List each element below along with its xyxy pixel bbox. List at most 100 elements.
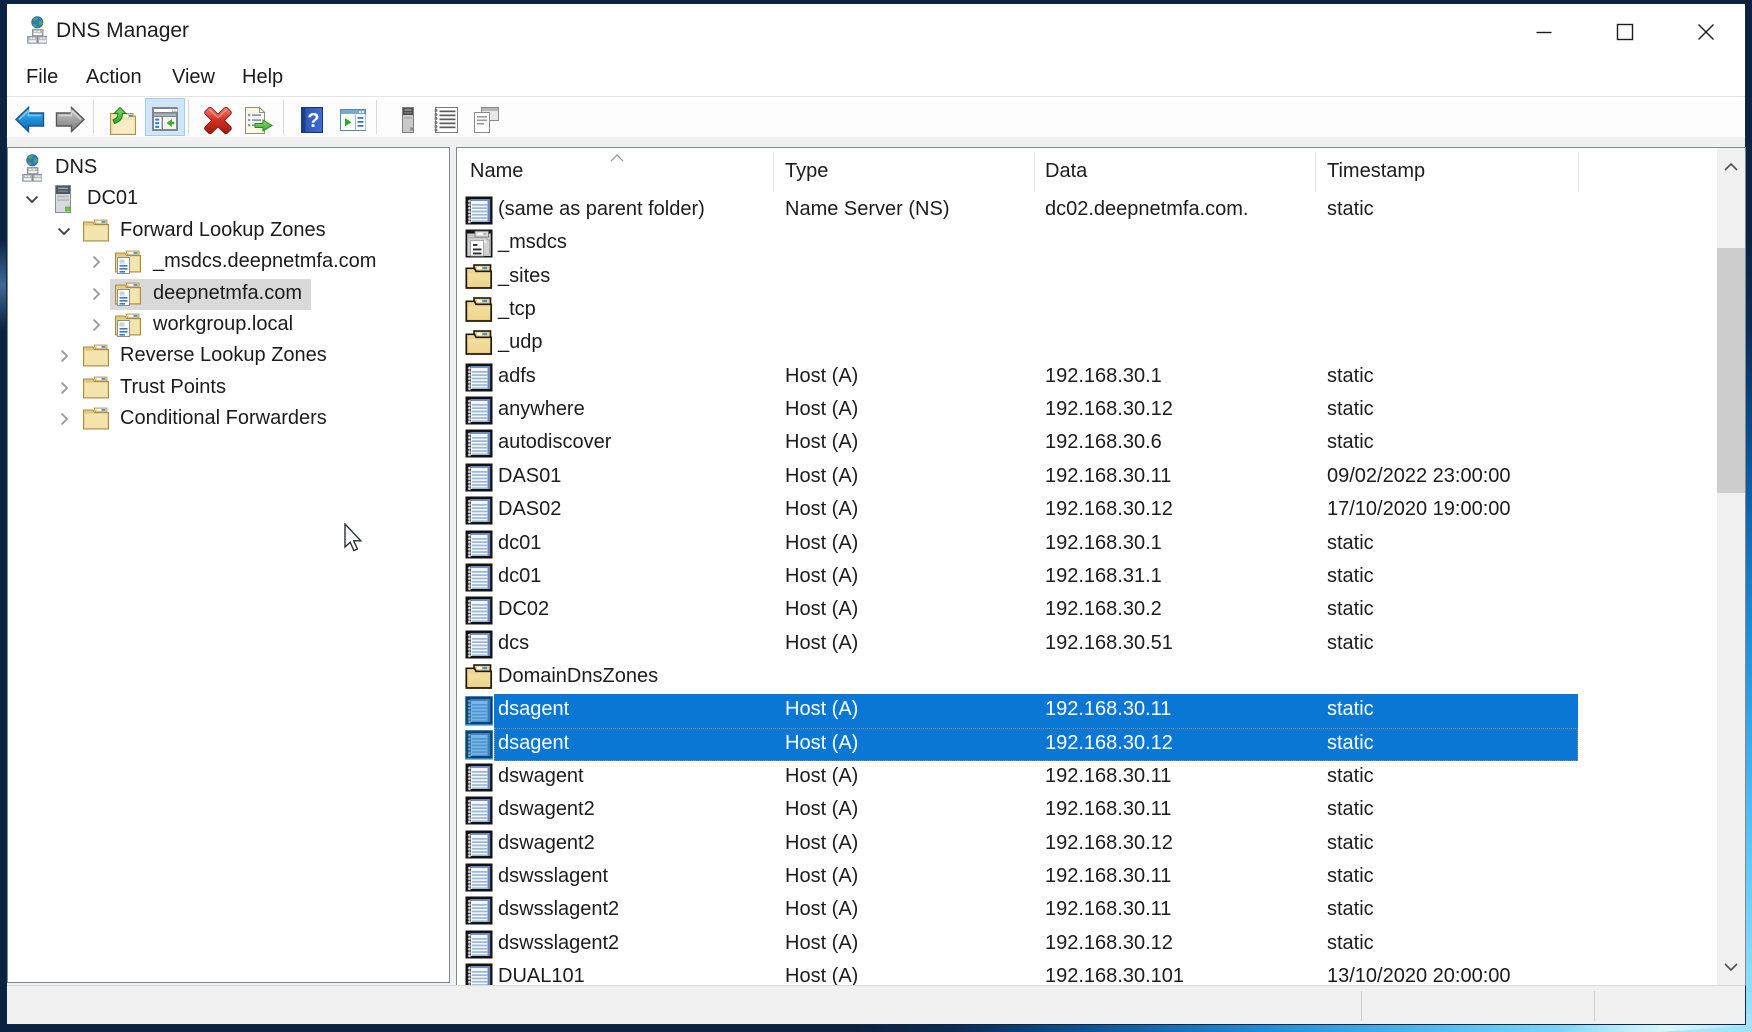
folder-icon: [82, 342, 110, 371]
cell-data: 192.168.30.11: [1045, 898, 1171, 921]
list-row-dcs[interactable]: dcsHost (A)192.168.30.51static: [457, 628, 1745, 661]
record-icon: [465, 830, 493, 860]
column-separator[interactable]: [1578, 152, 1579, 192]
cell-type: Host (A): [785, 932, 858, 955]
chevron-right-icon[interactable]: [56, 348, 72, 364]
list-row-dsagent[interactable]: dsagentHost (A)192.168.30.11static: [457, 694, 1745, 727]
tree-item-forward-lookup-zones[interactable]: Forward Lookup Zones: [8, 216, 449, 248]
cell-data: 192.168.30.12: [1045, 732, 1173, 755]
tree-item-workgroup-local[interactable]: workgroup.local: [8, 310, 449, 342]
scrollbar-up-button[interactable]: [1717, 154, 1745, 180]
forward-button[interactable]: [55, 106, 85, 134]
chevron-right-icon[interactable]: [88, 317, 104, 333]
tree-item-reverse-lookup-zones[interactable]: Reverse Lookup Zones: [8, 341, 449, 373]
show-hide-console-tree-button[interactable]: [151, 106, 181, 134]
dns-manager-app-icon: [27, 16, 47, 46]
menu-help[interactable]: Help: [242, 60, 283, 96]
column-header-data[interactable]: Data: [1045, 160, 1087, 183]
column-separator[interactable]: [1034, 152, 1035, 192]
tree-item--msdcs-deepnetmfa-com[interactable]: _msdcs.deepnetmfa.com: [8, 247, 449, 279]
export-list-button[interactable]: [243, 106, 273, 134]
list-row-anywhere[interactable]: anywhereHost (A)192.168.30.12static: [457, 394, 1745, 427]
cell-type: Host (A): [785, 798, 858, 821]
list-row-autodiscover[interactable]: autodiscoverHost (A)192.168.30.6static: [457, 427, 1745, 460]
window-title: DNS Manager: [56, 19, 189, 43]
tree-item-dns[interactable]: DNS: [8, 153, 449, 185]
scrollbar-down-button[interactable]: [1717, 954, 1745, 980]
cell-type: Host (A): [785, 532, 858, 555]
chevron-right-icon-svg: [56, 411, 72, 427]
list-row-dc01[interactable]: dc01Host (A)192.168.31.1static: [457, 561, 1745, 594]
tree-item-trust-points[interactable]: Trust Points: [8, 373, 449, 405]
dns-root-icon: [22, 154, 50, 183]
minimize-button[interactable]: [1511, 4, 1577, 56]
column-separator[interactable]: [773, 152, 774, 192]
list-row-domaindnszones[interactable]: DomainDnsZones: [457, 661, 1745, 694]
new-window-from-here-button[interactable]: [339, 106, 369, 134]
record-icon: [465, 530, 493, 560]
chevron-down-icon[interactable]: [24, 191, 40, 207]
sort-ascending-icon: [610, 149, 624, 167]
vertical-scrollbar[interactable]: [1717, 148, 1745, 985]
scrollbar-thumb[interactable]: [1717, 248, 1745, 493]
menu-file[interactable]: File: [26, 60, 58, 96]
list-row-dswsslagent2[interactable]: dswsslagent2Host (A)192.168.30.11static: [457, 894, 1745, 927]
help-button[interactable]: ?: [298, 106, 328, 134]
list-row-dswagent[interactable]: dswagentHost (A)192.168.30.11static: [457, 761, 1745, 794]
up-one-level-button[interactable]: [109, 106, 139, 134]
list-row-adfs[interactable]: adfsHost (A)192.168.30.1static: [457, 361, 1745, 394]
properties-button[interactable]: [472, 106, 502, 134]
cell-timestamp: static: [1327, 565, 1374, 588]
column-header-name[interactable]: Name: [470, 160, 523, 183]
chevron-right-icon-svg: [56, 380, 72, 396]
column-separator[interactable]: [1315, 152, 1316, 192]
record-icon-svg: [465, 563, 493, 592]
cell-name: DUAL101: [498, 965, 585, 986]
menu-view[interactable]: View: [172, 60, 215, 96]
list-row-dswagent2[interactable]: dswagent2Host (A)192.168.30.12static: [457, 828, 1745, 861]
chevron-right-icon-svg: [56, 348, 72, 364]
chevron-right-icon[interactable]: [88, 254, 104, 270]
list-row--tcp[interactable]: _tcp: [457, 294, 1745, 327]
chevron-right-icon[interactable]: [56, 380, 72, 396]
toolbar-separator: [283, 100, 284, 134]
list-row-dsagent[interactable]: dsagentHost (A)192.168.30.12static: [457, 728, 1745, 761]
new-window-icon: [339, 106, 367, 134]
chevron-right-icon-svg: [88, 286, 104, 302]
chevron-right-icon[interactable]: [56, 411, 72, 427]
list-row-dual101[interactable]: DUAL101Host (A)192.168.30.10113/10/2020 …: [457, 961, 1745, 986]
cell-name: anywhere: [498, 398, 585, 421]
close-button[interactable]: [1673, 4, 1739, 56]
tree-item-conditional-forwarders[interactable]: Conditional Forwarders: [8, 404, 449, 436]
menu-action[interactable]: Action: [86, 60, 142, 96]
list-row-das01[interactable]: DAS01Host (A)192.168.30.1109/02/2022 23:…: [457, 461, 1745, 494]
chevron-down-icon-svg: [24, 191, 40, 207]
chevron-right-icon[interactable]: [88, 286, 104, 302]
tree-item-dc01[interactable]: DC01: [8, 184, 449, 216]
list-row--sites[interactable]: _sites: [457, 261, 1745, 294]
cell-name: dsagent: [498, 732, 569, 755]
column-header-type[interactable]: Type: [785, 160, 828, 183]
list-row-dswagent2[interactable]: dswagent2Host (A)192.168.30.11static: [457, 794, 1745, 827]
list-row-das02[interactable]: DAS02Host (A)192.168.30.1217/10/2020 19:…: [457, 494, 1745, 527]
maximize-button[interactable]: [1592, 4, 1658, 56]
list-row-dswsslagent2[interactable]: dswsslagent2Host (A)192.168.30.12static: [457, 928, 1745, 961]
back-button[interactable]: [15, 106, 45, 134]
zone-icon: [114, 311, 142, 340]
list-row--msdcs[interactable]: _msdcs: [457, 227, 1745, 260]
list-row-dswsslagent[interactable]: dswsslagentHost (A)192.168.30.11static: [457, 861, 1745, 894]
delete-button[interactable]: [203, 106, 233, 134]
list-row-dc01[interactable]: dc01Host (A)192.168.30.1static: [457, 528, 1745, 561]
record-icon: [465, 630, 493, 660]
computer-button[interactable]: [394, 106, 424, 134]
folder-icon-svg: [82, 342, 110, 368]
chevron-down-icon[interactable]: [56, 223, 72, 239]
folder-icon: [465, 663, 493, 693]
tree-item-deepnetmfa-com[interactable]: deepnetmfa.com: [8, 279, 449, 311]
column-header-timestamp[interactable]: Timestamp: [1327, 160, 1425, 183]
list-row--udp[interactable]: _udp: [457, 327, 1745, 360]
cell-name: dsagent: [498, 698, 569, 721]
list-row--same-as-parent-folder-[interactable]: (same as parent folder)Name Server (NS)d…: [457, 194, 1745, 227]
list-row-dc02[interactable]: DC02Host (A)192.168.30.2static: [457, 594, 1745, 627]
record-book-button[interactable]: [432, 106, 462, 134]
